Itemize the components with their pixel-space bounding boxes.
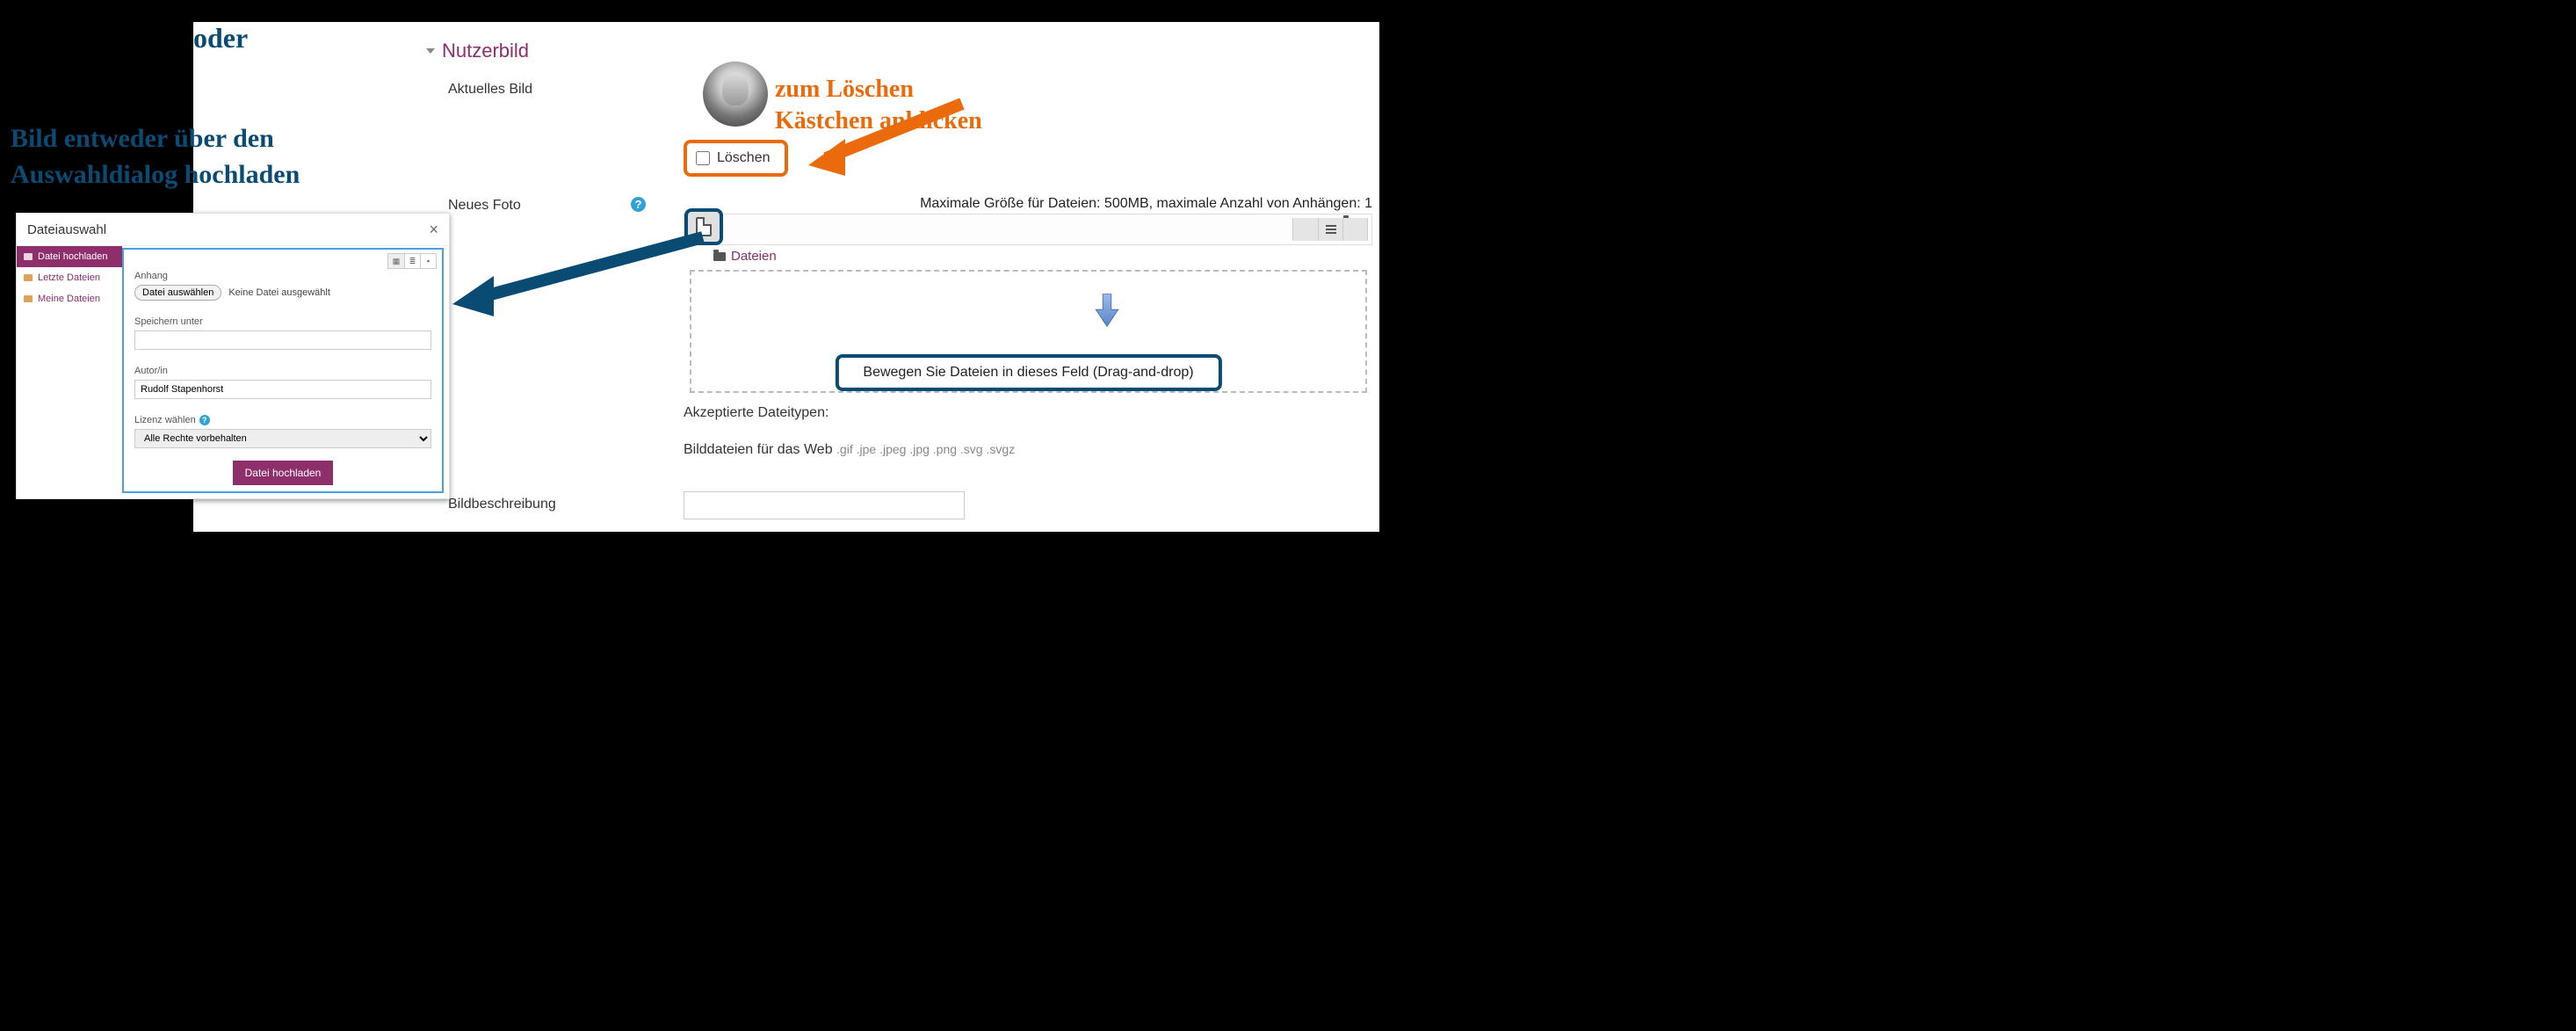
no-file-text: Keine Datei ausgewählt bbox=[228, 287, 330, 298]
dialog-main: ▦ ≣ ▪ Anhang Datei auswählen Keine Datei… bbox=[122, 248, 444, 493]
view-grid-button[interactable] bbox=[1293, 218, 1318, 241]
view-tree-button[interactable]: ▪ bbox=[420, 254, 436, 268]
dropzone-hint-text: Bewegen Sie Dateien in dieses Feld (Drag… bbox=[863, 365, 1193, 380]
avatar bbox=[703, 62, 768, 127]
image-description-input[interactable] bbox=[684, 491, 965, 519]
file-chooser-row: Datei auswählen Keine Datei ausgewählt bbox=[134, 285, 431, 301]
dialog-view-toggle: ▦ ≣ ▪ bbox=[387, 253, 437, 269]
help-icon[interactable]: ? bbox=[199, 415, 210, 425]
sidebar-item-label: Datei hochladen bbox=[38, 251, 108, 262]
label-aktuelles-bild: Aktuelles Bild bbox=[448, 82, 532, 98]
label-save-as: Speichern unter bbox=[134, 316, 431, 327]
delete-checkbox[interactable] bbox=[696, 151, 710, 165]
annotation-oder: oder bbox=[193, 22, 1379, 54]
file-toolbar bbox=[684, 214, 1372, 245]
license-label-text: Lizenz wählen bbox=[134, 415, 196, 425]
upload-button[interactable]: Datei hochladen bbox=[233, 461, 334, 485]
sidebar-item-label: Meine Dateien bbox=[38, 294, 100, 304]
dialog-title: Dateiauswahl bbox=[27, 222, 106, 237]
section-title: Nutzerbild bbox=[442, 40, 529, 62]
add-file-highlight-box bbox=[684, 208, 723, 245]
label-author: Autor/in bbox=[134, 366, 431, 376]
annotation-orange: zum Löschen Kästchen anklicken bbox=[775, 74, 982, 138]
sidebar-item-recent[interactable]: Letzte Dateien bbox=[17, 267, 122, 288]
dropzone-hint-box: Bewegen Sie Dateien in dieses Feld (Drag… bbox=[835, 354, 1221, 391]
upload-icon bbox=[24, 253, 33, 260]
choose-file-button[interactable]: Datei auswählen bbox=[134, 285, 221, 301]
dialog-sidebar: Datei hochladen Letzte Dateien Meine Dat… bbox=[17, 246, 122, 498]
sidebar-item-mine[interactable]: Meine Dateien bbox=[17, 288, 122, 309]
dropzone-arrow-icon bbox=[1089, 293, 1125, 328]
label-bildbeschreibung: Bildbeschreibung bbox=[448, 497, 556, 512]
accepted-types-prefix: Bilddateien für das Web bbox=[684, 442, 833, 457]
file-limits: Maximale Größe für Dateien: 500MB, maxim… bbox=[920, 196, 1372, 212]
add-file-icon[interactable] bbox=[696, 217, 712, 236]
dropzone[interactable]: Bewegen Sie Dateien in dieses Feld (Drag… bbox=[690, 270, 1367, 393]
close-icon[interactable]: × bbox=[429, 221, 438, 239]
dialog-header: Dateiauswahl × bbox=[17, 214, 449, 245]
accepted-types-ext: .gif .jpe .jpeg .jpg .png .svg .svgz bbox=[836, 442, 1015, 456]
view-list-button[interactable]: ≣ bbox=[404, 254, 420, 268]
sidebar-item-upload[interactable]: Datei hochladen bbox=[17, 246, 122, 267]
files-label-text: Dateien bbox=[731, 249, 777, 264]
delete-highlight-box: Löschen bbox=[684, 140, 788, 177]
view-list-button[interactable] bbox=[1318, 218, 1342, 241]
accepted-types-heading: Akzeptierte Dateitypen: bbox=[684, 405, 829, 421]
author-input[interactable] bbox=[134, 380, 431, 399]
files-breadcrumb[interactable]: Dateien bbox=[713, 249, 777, 264]
recent-icon bbox=[24, 274, 33, 281]
label-neues-foto: Neues Foto bbox=[448, 198, 521, 214]
save-as-input[interactable] bbox=[134, 330, 431, 350]
view-toggle bbox=[1292, 218, 1368, 241]
file-picker-dialog: Dateiauswahl × Datei hochladen Letzte Da… bbox=[16, 213, 450, 499]
section-header[interactable]: Nutzerbild bbox=[426, 40, 529, 62]
delete-label: Löschen bbox=[717, 150, 771, 166]
help-icon[interactable]: ? bbox=[631, 197, 646, 212]
label-license: Lizenz wählen ? bbox=[134, 415, 431, 425]
accepted-types-row: Bilddateien für das Web .gif .jpe .jpeg … bbox=[684, 442, 1015, 458]
caret-down-icon bbox=[426, 48, 435, 54]
folder-icon bbox=[713, 252, 726, 261]
view-tree-button[interactable] bbox=[1342, 218, 1367, 241]
license-select[interactable]: Alle Rechte vorbehalten bbox=[134, 429, 431, 448]
files-icon bbox=[24, 295, 33, 302]
label-anhang: Anhang bbox=[134, 271, 431, 281]
view-grid-button[interactable]: ▦ bbox=[388, 254, 404, 268]
annotation-blue: Bild entweder über den Auswahldialog hoc… bbox=[11, 121, 300, 192]
sidebar-item-label: Letzte Dateien bbox=[38, 272, 100, 283]
